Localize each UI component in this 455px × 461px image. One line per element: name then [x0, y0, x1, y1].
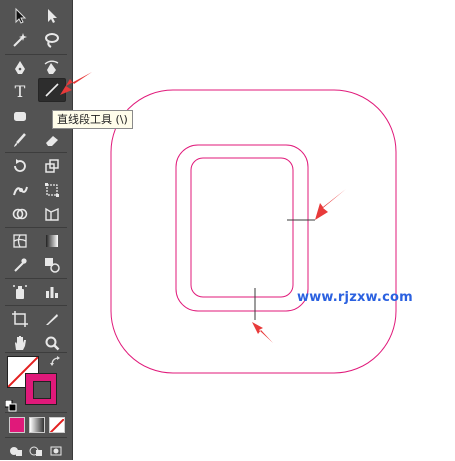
- rectangle-tool[interactable]: [6, 104, 34, 128]
- column-graph-icon: [46, 287, 58, 298]
- pen-tool[interactable]: [6, 56, 34, 80]
- rotate-icon: [14, 159, 26, 172]
- artboard-tool[interactable]: [6, 307, 34, 331]
- middle-rounded-rectangle[interactable]: [175, 144, 309, 312]
- slice-tool[interactable]: [38, 307, 66, 331]
- eraser-tool[interactable]: [38, 128, 66, 152]
- scale-tool[interactable]: [38, 154, 66, 178]
- tool-tooltip: 直线段工具 (\): [52, 110, 133, 129]
- gradient-tool[interactable]: [38, 229, 66, 253]
- eyedropper-icon: [14, 258, 27, 272]
- mesh-tool[interactable]: [6, 229, 34, 253]
- puppet-warp-tool[interactable]: [6, 178, 34, 202]
- symbol-sprayer-icon: [13, 285, 27, 299]
- eraser-icon: [46, 136, 58, 146]
- magic-wand-icon: [13, 33, 27, 47]
- draw-inside-button[interactable]: [49, 442, 63, 456]
- pointer-arrow-horizontal-line: [315, 189, 346, 220]
- symbol-sprayer-tool[interactable]: [6, 280, 34, 304]
- perspective-grid-tool[interactable]: [38, 202, 66, 226]
- default-fill-stroke-icon[interactable]: [4, 397, 17, 412]
- curvature-tool[interactable]: [38, 56, 66, 80]
- none-slash-icon: [50, 418, 64, 432]
- line-segment-tool[interactable]: [38, 78, 66, 102]
- draw-normal-button[interactable]: [9, 442, 23, 456]
- draw-inside-icon: [50, 446, 62, 456]
- site-watermark: www.rjzxw.com: [297, 290, 413, 305]
- perspective-grid-icon: [45, 207, 59, 221]
- shape-builder-tool[interactable]: [6, 202, 34, 226]
- blend-icon: [45, 258, 60, 273]
- draw-behind-button[interactable]: [29, 442, 43, 456]
- direct-selection-icon: [48, 9, 57, 23]
- eyedropper-tool[interactable]: [6, 253, 34, 277]
- direct-selection-tool[interactable]: [38, 4, 66, 28]
- free-transform-tool[interactable]: [38, 178, 66, 202]
- magic-wand-tool[interactable]: [6, 28, 34, 52]
- slice-icon: [46, 314, 58, 325]
- hand-icon: [15, 336, 26, 350]
- selection-tool[interactable]: [6, 4, 34, 28]
- pointer-arrow-vertical-line: [252, 322, 273, 343]
- paintbrush-icon: [14, 133, 26, 147]
- lasso-icon: [45, 33, 59, 48]
- scale-icon: [45, 159, 59, 173]
- gradient-mode-button[interactable]: [29, 417, 45, 433]
- swap-fill-stroke-icon[interactable]: [50, 353, 62, 366]
- type-icon: T: [14, 82, 26, 101]
- type-tool[interactable]: T: [6, 80, 34, 104]
- rotate-tool[interactable]: [6, 154, 34, 178]
- rectangle-icon: [14, 112, 26, 121]
- shape-builder-icon: [12, 208, 28, 220]
- stroke-swatch[interactable]: [25, 373, 57, 405]
- draw-behind-icon: [29, 446, 42, 456]
- column-graph-tool[interactable]: [38, 280, 66, 304]
- gradient-icon: [46, 235, 58, 247]
- puppet-warp-icon: [13, 186, 28, 196]
- paintbrush-tool[interactable]: [6, 128, 34, 152]
- artboard-icon: [12, 311, 28, 327]
- mesh-icon: [13, 234, 27, 248]
- lasso-tool[interactable]: [38, 28, 66, 52]
- selection-arrow-icon: [15, 7, 27, 24]
- free-transform-icon: [45, 183, 59, 197]
- color-mode-button[interactable]: [9, 417, 25, 433]
- curvature-pen-icon: [44, 60, 59, 74]
- zoom-icon: [45, 336, 60, 351]
- draw-normal-icon: [10, 447, 22, 456]
- line-segment-icon: [45, 83, 59, 97]
- outer-rounded-square[interactable]: [110, 89, 397, 374]
- tools-panel: T: [0, 0, 73, 460]
- pen-icon: [15, 61, 25, 74]
- inner-rounded-rectangle[interactable]: [190, 157, 294, 298]
- blend-tool[interactable]: [38, 253, 66, 277]
- none-mode-button[interactable]: [49, 417, 65, 433]
